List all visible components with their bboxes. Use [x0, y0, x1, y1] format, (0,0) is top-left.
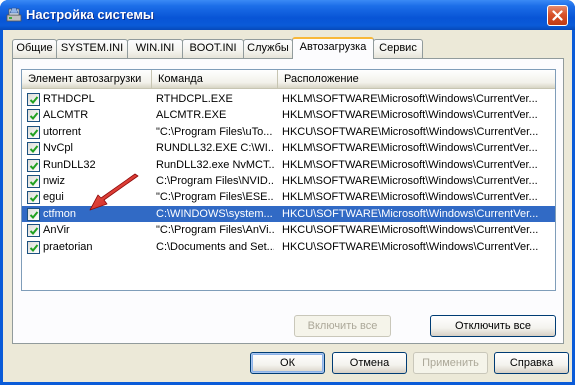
startup-checkbox[interactable] — [27, 191, 40, 205]
apply-button[interactable]: Применить — [413, 352, 488, 374]
list-item[interactable]: RunDLL32 RunDLL32.exe NvMCT... HKLM\SOFTWA… — [22, 157, 555, 173]
help-button[interactable]: Справка — [494, 352, 569, 374]
enable-all-button[interactable]: Включить все — [294, 315, 391, 337]
startup-item-command: "C:\Program Files\uTo... — [156, 125, 273, 138]
checkmark-icon — [29, 96, 39, 104]
tab-startup[interactable]: Автозагрузка — [292, 37, 374, 59]
startup-checkbox[interactable] — [27, 142, 40, 156]
startup-checkbox[interactable] — [27, 224, 40, 238]
startup-checkbox[interactable] — [27, 109, 40, 123]
checkmark-icon — [29, 112, 39, 121]
startup-checkbox[interactable] — [27, 93, 40, 106]
startup-item-name: NvCpl — [43, 142, 73, 155]
startup-item-command: C:\Documents and Set... — [156, 240, 274, 253]
close-icon — [552, 10, 563, 21]
checkmark-icon — [29, 243, 39, 252]
tab-system-ini[interactable]: SYSTEM.INI — [56, 39, 128, 58]
startup-item-location: HKCU\SOFTWARE\Microsoft\Windows\CurrentV… — [282, 240, 539, 253]
annotation-arrow-icon — [89, 173, 139, 211]
checkmark-icon — [29, 194, 39, 203]
startup-checkbox[interactable] — [27, 175, 40, 188]
checkmark-icon — [29, 145, 39, 154]
tab-tools[interactable]: Сервис — [373, 39, 423, 58]
startup-item-name: ALCMTR — [43, 109, 89, 122]
startup-item-name: praetorian — [43, 240, 93, 253]
startup-item-location: HKLM\SOFTWARE\Microsoft\Windows\CurrentV… — [282, 158, 538, 171]
tab-services[interactable]: Службы — [243, 39, 293, 58]
startup-item-name: RTHDCPL — [43, 93, 95, 105]
startup-item-location: HKLM\SOFTWARE\Microsoft\Windows\CurrentV… — [282, 142, 538, 155]
startup-checkbox[interactable] — [27, 240, 40, 254]
checkmark-icon — [29, 227, 39, 236]
checkmark-icon — [29, 129, 39, 137]
list-item[interactable]: praetorian C:\Documents and Set... HKCU\SO… — [22, 239, 555, 255]
startup-item-command: C:\Program Files\NVID... — [156, 175, 274, 187]
list-item[interactable]: AnVir "C:\Program Files\AnVi... HKCU\SOFTW… — [22, 222, 555, 238]
title-bar[interactable]: Настройка системы — [0, 0, 575, 30]
list-header: Элемент автозагрузки Команда Расположени… — [22, 70, 555, 89]
checkmark-icon — [29, 161, 39, 170]
msconfig-icon — [6, 6, 22, 22]
column-location[interactable]: Расположение — [278, 70, 555, 89]
startup-item-command: RTHDCPL.EXE — [156, 93, 233, 105]
startup-item-command: RunDLL32.exe NvMCT... — [156, 158, 274, 171]
startup-item-location: HKLM\SOFTWARE\Microsoft\Windows\CurrentV… — [282, 93, 538, 105]
list-item[interactable]: RTHDCPL RTHDCPL.EXE HKLM\SOFTWARE\Microsof… — [22, 91, 555, 107]
startup-item-command: "C:\Program Files\ESE... — [156, 191, 274, 204]
startup-item-location: HKLM\SOFTWARE\Microsoft\Windows\CurrentV… — [282, 175, 538, 187]
startup-item-command: C:\WINDOWS\system... — [156, 207, 273, 220]
column-command[interactable]: Команда — [152, 70, 278, 89]
checkmark-icon — [29, 178, 39, 186]
startup-checkbox[interactable] — [27, 158, 40, 172]
column-startup-item[interactable]: Элемент автозагрузки — [22, 70, 152, 89]
window-title: Настройка системы — [26, 7, 155, 22]
list-item[interactable]: NvCpl RUNDLL32.EXE C:\WI... HKLM\SOFTWARE\… — [22, 140, 555, 156]
startup-checkbox[interactable] — [27, 207, 40, 221]
startup-item-command: "C:\Program Files\AnVi... — [156, 224, 274, 237]
startup-item-command: RUNDLL32.EXE C:\WI... — [156, 142, 274, 155]
startup-item-location: HKLM\SOFTWARE\Microsoft\Windows\CurrentV… — [282, 191, 538, 204]
startup-item-location: HKCU\SOFTWARE\Microsoft\Windows\CurrentV… — [282, 207, 539, 220]
startup-item-command: ALCMTR.EXE — [156, 109, 227, 122]
startup-item-location: HKCU\SOFTWARE\Microsoft\Windows\CurrentV… — [282, 224, 539, 237]
tab-boot-ini[interactable]: BOOT.INI — [182, 39, 244, 58]
tab-general[interactable]: Общие — [12, 39, 57, 58]
startup-item-name: utorrent — [43, 125, 81, 138]
startup-item-name: RunDLL32 — [43, 158, 96, 171]
disable-all-button[interactable]: Отключить все — [430, 315, 556, 337]
startup-checkbox[interactable] — [27, 125, 40, 139]
checkmark-icon — [29, 211, 39, 219]
system-configuration-window: Настройка системы Общие SYSTEM.INI WIN.I… — [0, 0, 575, 385]
ok-button[interactable]: ОК — [250, 352, 325, 374]
tab-win-ini[interactable]: WIN.INI — [127, 39, 183, 58]
startup-item-location: HKCU\SOFTWARE\Microsoft\Windows\CurrentV… — [282, 125, 539, 138]
close-button[interactable] — [547, 5, 568, 26]
list-item[interactable]: ALCMTR ALCMTR.EXE HKLM\SOFTWARE\Microsoft\… — [22, 107, 555, 123]
cancel-button[interactable]: Отмена — [332, 352, 407, 374]
startup-item-name: AnVir — [43, 224, 70, 237]
list-item[interactable]: utorrent "C:\Program Files\uTo... HKCU\SOF… — [22, 124, 555, 140]
startup-item-location: HKLM\SOFTWARE\Microsoft\Windows\CurrentV… — [282, 109, 538, 122]
